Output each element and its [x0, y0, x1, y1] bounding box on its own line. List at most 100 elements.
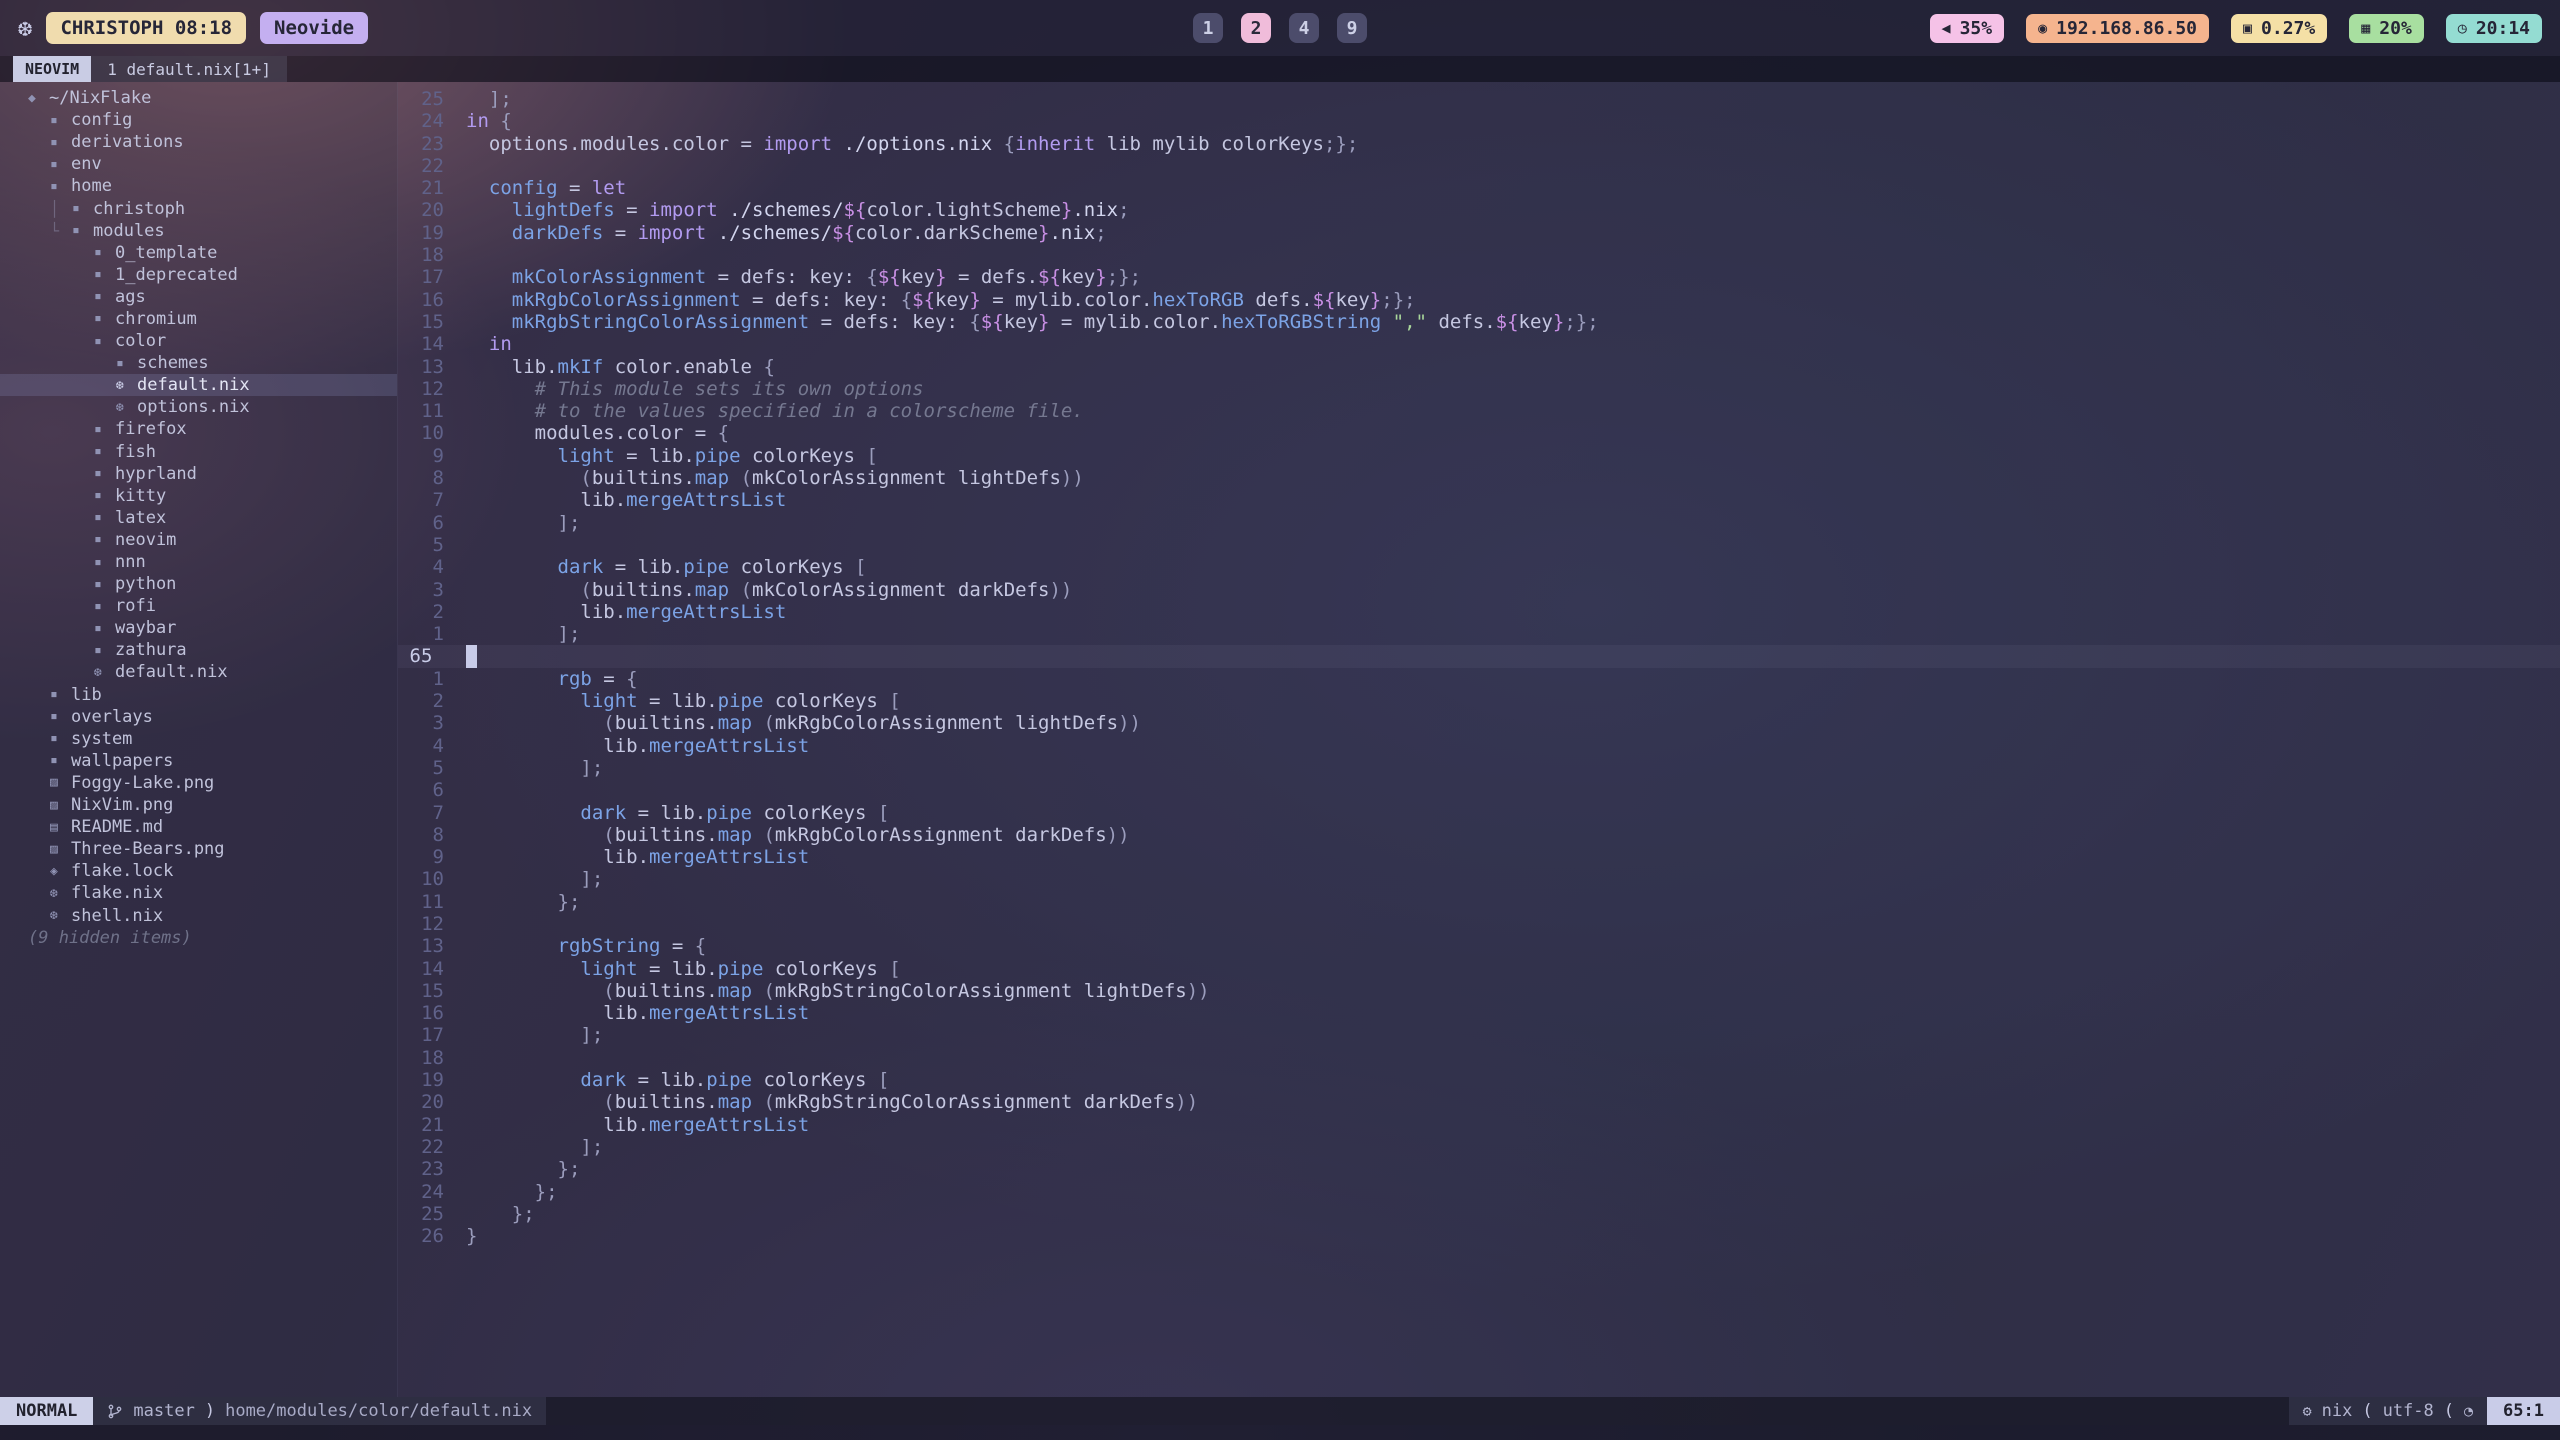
code-line[interactable]: 25 ];	[398, 88, 2560, 110]
code-line[interactable]: 23 };	[398, 1158, 2560, 1180]
code-line[interactable]: 20 lightDefs = import ./schemes/${color.…	[398, 199, 2560, 221]
tree-item-chromium[interactable]: ▪chromium	[0, 308, 397, 330]
code-line[interactable]: 21 config = let	[398, 177, 2560, 199]
code-line[interactable]: 7 lib.mergeAttrsList	[398, 489, 2560, 511]
tree-item-zathura[interactable]: ▪zathura	[0, 639, 397, 661]
clock-label: 20:14	[2476, 18, 2530, 39]
workspace-button-2[interactable]: 2	[1241, 13, 1271, 43]
tree-item-overlays[interactable]: ▪overlays	[0, 706, 397, 728]
code-line[interactable]: 21 lib.mergeAttrsList	[398, 1114, 2560, 1136]
code-token: builtins.	[615, 824, 718, 846]
tree-item-ags[interactable]: ▪ags	[0, 286, 397, 308]
code-line[interactable]: 11 };	[398, 891, 2560, 913]
tree-item-flake.lock[interactable]: ◈flake.lock	[0, 860, 397, 882]
tree-item-config[interactable]: ▪config	[0, 109, 397, 131]
tree-item-default.nix[interactable]: ❆default.nix	[0, 661, 397, 683]
code-line[interactable]: 26}	[398, 1225, 2560, 1247]
tree-item-readme.md[interactable]: ▤README.md	[0, 816, 397, 838]
tree-item-home[interactable]: ▪home	[0, 175, 397, 197]
code-line[interactable]: 25 };	[398, 1203, 2560, 1225]
code-token: ];	[466, 512, 580, 534]
code-line[interactable]: 16 mkRgbColorAssignment = defs: key: {${…	[398, 289, 2560, 311]
code-line[interactable]: 22	[398, 155, 2560, 177]
code-line[interactable]: 9 light = lib.pipe colorKeys [	[398, 445, 2560, 467]
tree-item-color[interactable]: ▪color	[0, 330, 397, 352]
tree-item-env[interactable]: ▪env	[0, 153, 397, 175]
code-line[interactable]: 18	[398, 244, 2560, 266]
tree-item-modules[interactable]: └▪modules	[0, 220, 397, 242]
code-area[interactable]: 25 ];24in {23 options.modules.color = im…	[398, 82, 2560, 1397]
workspace-button-4[interactable]: 4	[1289, 13, 1319, 43]
code-line[interactable]: 23 options.modules.color = import ./opti…	[398, 133, 2560, 155]
code-line[interactable]: 7 dark = lib.pipe colorKeys [	[398, 802, 2560, 824]
code-line[interactable]: 8 (builtins.map (mkRgbColorAssignment da…	[398, 824, 2560, 846]
code-line[interactable]: 15 (builtins.map (mkRgbStringColorAssign…	[398, 980, 2560, 1002]
code-line[interactable]: 19 dark = lib.pipe colorKeys [	[398, 1069, 2560, 1091]
code-line[interactable]: 22 ];	[398, 1136, 2560, 1158]
tree-item-nixflake[interactable]: ◆~/NixFlake	[0, 87, 397, 109]
code-line[interactable]: 4 lib.mergeAttrsList	[398, 735, 2560, 757]
code-line[interactable]: 11 # to the values specified in a colors…	[398, 400, 2560, 422]
code-line[interactable]: 6 ];	[398, 512, 2560, 534]
code-line[interactable]: 3 (builtins.map (mkColorAssignment darkD…	[398, 579, 2560, 601]
tree-item-three-bears.png[interactable]: ▨Three-Bears.png	[0, 838, 397, 860]
tree-item-0-template[interactable]: ▪0_template	[0, 242, 397, 264]
tree-item-wallpapers[interactable]: ▪wallpapers	[0, 750, 397, 772]
code-line[interactable]: 10 modules.color = {	[398, 422, 2560, 444]
tree-item-default.nix[interactable]: ❆default.nix	[0, 374, 397, 396]
code-line[interactable]: 2 light = lib.pipe colorKeys [	[398, 690, 2560, 712]
code-line[interactable]: 15 mkRgbStringColorAssignment = defs: ke…	[398, 311, 2560, 333]
code-line[interactable]: 14 in	[398, 333, 2560, 355]
code-line[interactable]: 24in {	[398, 110, 2560, 132]
code-line[interactable]: 12	[398, 913, 2560, 935]
tree-item-python[interactable]: ▪python	[0, 573, 397, 595]
tree-item-derivations[interactable]: ▪derivations	[0, 131, 397, 153]
code-line[interactable]: 24 };	[398, 1181, 2560, 1203]
tree-item-shell.nix[interactable]: ❆shell.nix	[0, 904, 397, 926]
tree-item-hyprland[interactable]: ▪hyprland	[0, 463, 397, 485]
code-line[interactable]: 10 ];	[398, 868, 2560, 890]
tree-item-lib[interactable]: ▪lib	[0, 684, 397, 706]
tree-item-latex[interactable]: ▪latex	[0, 507, 397, 529]
code-line[interactable]: 2 lib.mergeAttrsList	[398, 601, 2560, 623]
tree-item-system[interactable]: ▪system	[0, 728, 397, 750]
code-line[interactable]: 5 ];	[398, 757, 2560, 779]
tree-item-christoph[interactable]: │▪christoph	[0, 197, 397, 219]
code-line[interactable]: 1 rgb = {	[398, 668, 2560, 690]
tree-item-rofi[interactable]: ▪rofi	[0, 595, 397, 617]
tree-item-options.nix[interactable]: ❆options.nix	[0, 396, 397, 418]
tree-item-firefox[interactable]: ▪firefox	[0, 418, 397, 440]
code-line[interactable]: 16 lib.mergeAttrsList	[398, 1002, 2560, 1024]
code-line[interactable]: 4 dark = lib.pipe colorKeys [	[398, 556, 2560, 578]
code-line[interactable]: 17 mkColorAssignment = defs: key: {${key…	[398, 266, 2560, 288]
tree-item-kitty[interactable]: ▪kitty	[0, 485, 397, 507]
code-line[interactable]: 1 ];	[398, 623, 2560, 645]
buffer-tab[interactable]: 1 default.nix[1+]	[91, 56, 287, 82]
code-line[interactable]: 3 (builtins.map (mkRgbColorAssignment li…	[398, 712, 2560, 734]
tree-item-waybar[interactable]: ▪waybar	[0, 617, 397, 639]
code-line[interactable]: 14 light = lib.pipe colorKeys [	[398, 958, 2560, 980]
command-line[interactable]	[0, 1425, 2560, 1440]
code-line[interactable]: 13 lib.mkIf color.enable {	[398, 356, 2560, 378]
code-line[interactable]: 19 darkDefs = import ./schemes/${color.d…	[398, 222, 2560, 244]
code-line[interactable]: 9 lib.mergeAttrsList	[398, 846, 2560, 868]
tree-item-nixvim.png[interactable]: ▨NixVim.png	[0, 794, 397, 816]
code-line[interactable]: 13 rgbString = {	[398, 935, 2560, 957]
workspace-button-1[interactable]: 1	[1193, 13, 1223, 43]
code-line-current[interactable]: 65	[398, 645, 2560, 667]
tree-item-flake.nix[interactable]: ❆flake.nix	[0, 882, 397, 904]
code-line[interactable]: 6	[398, 779, 2560, 801]
tree-item-1-deprecated[interactable]: ▪1_deprecated	[0, 264, 397, 286]
code-line[interactable]: 18	[398, 1047, 2560, 1069]
tree-item-fish[interactable]: ▪fish	[0, 441, 397, 463]
code-line[interactable]: 17 ];	[398, 1024, 2560, 1046]
workspace-button-9[interactable]: 9	[1337, 13, 1367, 43]
code-line[interactable]: 8 (builtins.map (mkColorAssignment light…	[398, 467, 2560, 489]
code-line[interactable]: 5	[398, 534, 2560, 556]
code-line[interactable]: 20 (builtins.map (mkRgbStringColorAssign…	[398, 1091, 2560, 1113]
tree-item-neovim[interactable]: ▪neovim	[0, 529, 397, 551]
tree-item-foggy-lake.png[interactable]: ▨Foggy-Lake.png	[0, 772, 397, 794]
tree-item-schemes[interactable]: ▪schemes	[0, 352, 397, 374]
tree-item-nnn[interactable]: ▪nnn	[0, 551, 397, 573]
code-line[interactable]: 12 # This module sets its own options	[398, 378, 2560, 400]
